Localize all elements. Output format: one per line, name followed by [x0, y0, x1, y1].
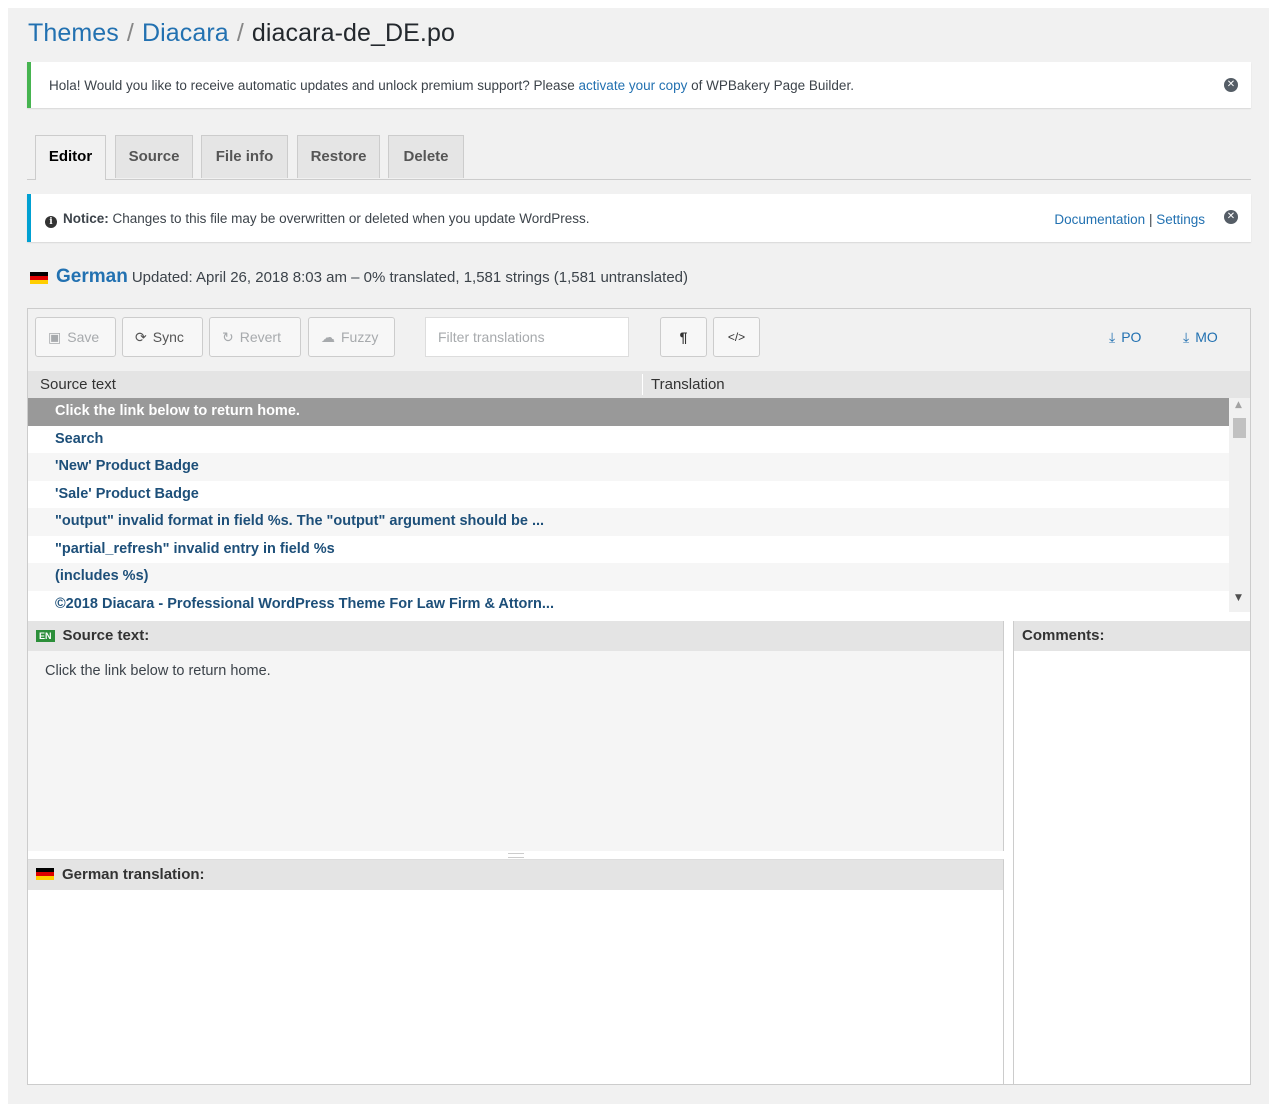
list-item[interactable]: ©2018 Diacara - Professional WordPress T…: [28, 591, 1229, 613]
list-item[interactable]: 'New' Product Badge: [28, 453, 1229, 481]
comments-pane-header: Comments:: [1014, 621, 1250, 651]
download-icon: ⤓: [1109, 329, 1116, 345]
language-status-text: Updated: April 26, 2018 8:03 am – 0% tra…: [131, 269, 688, 286]
save-button[interactable]: ▣ Save: [35, 317, 116, 357]
download-po-label: PO: [1121, 329, 1142, 345]
list-scrollbar[interactable]: ▲ ▼: [1229, 398, 1250, 612]
documentation-link[interactable]: Documentation: [1054, 212, 1145, 227]
translation-list: Click the link below to return home. Sea…: [28, 398, 1229, 612]
download-mo-button[interactable]: ⤓ MO: [1183, 329, 1218, 346]
activate-copy-link[interactable]: activate your copy: [579, 78, 688, 93]
dismiss-notice-icon[interactable]: ✕: [1224, 210, 1238, 224]
tab-editor[interactable]: Editor: [35, 135, 106, 180]
breadcrumb-themes[interactable]: Themes: [28, 19, 119, 47]
notice-message: Changes to this file may be overwritten …: [108, 211, 590, 226]
source-text-value: Click the link below to return home.: [45, 663, 271, 679]
fuzzy-button[interactable]: ☁ Fuzzy: [308, 317, 395, 357]
comments-area[interactable]: [1014, 651, 1249, 1082]
settings-link[interactable]: Settings: [1156, 212, 1205, 227]
download-icon: ⤓: [1183, 329, 1190, 345]
translation-textarea[interactable]: [28, 890, 1002, 1083]
sync-button-label: Sync: [152, 329, 184, 345]
sync-button[interactable]: ⟳ Sync: [122, 317, 203, 357]
code-view-button[interactable]: </>: [713, 317, 760, 357]
pilcrow-toggle-button[interactable]: ¶: [660, 317, 707, 357]
list-item[interactable]: 'Sale' Product Badge: [28, 481, 1229, 509]
revert-button[interactable]: ↻ Revert: [209, 317, 301, 357]
translation-pane: German translation:: [28, 859, 1004, 1084]
tab-file-info[interactable]: File info: [201, 135, 288, 178]
editor-toolbar: ▣ Save ⟳ Sync ↻ Revert ☁ Fuzzy Filter transl…: [28, 309, 1250, 371]
notice-label: Notice:: [63, 211, 109, 226]
translation-pane-title: German translation:: [62, 866, 205, 883]
source-pane-header: EN Source text:: [28, 621, 1003, 651]
list-item[interactable]: (includes %s): [28, 563, 1229, 591]
german-flag-icon: [30, 272, 48, 285]
breadcrumb: Themes / Diacara / diacara-de_DE.po: [28, 19, 455, 48]
filter-translations-input[interactable]: Filter translations: [425, 317, 629, 357]
link-separator: |: [1148, 212, 1153, 227]
floppy-disk-icon: ▣: [48, 329, 62, 345]
language-status: German Updated: April 26, 2018 8:03 am – …: [30, 266, 688, 288]
update-notice-text-after: of WPBakery Page Builder.: [687, 78, 854, 93]
page: Themes / Diacara / diacara-de_DE.po Hola! Wo…: [8, 8, 1269, 1104]
update-notice-text: Hola! Would you like to receive automati…: [49, 78, 854, 93]
breadcrumb-separator: /: [126, 19, 134, 47]
scroll-down-icon[interactable]: ▼: [1235, 593, 1242, 603]
column-divider[interactable]: [642, 374, 643, 395]
resize-handle[interactable]: [508, 853, 524, 858]
cloud-icon: ☁: [321, 329, 335, 345]
download-po-button[interactable]: ⤓ PO: [1109, 329, 1141, 346]
language-link[interactable]: German: [56, 266, 128, 287]
column-translation[interactable]: Translation: [651, 376, 725, 393]
source-pane-title: Source text:: [62, 627, 150, 644]
info-icon: i: [45, 216, 57, 228]
source-text-pane: EN Source text: Click the link below to r…: [28, 621, 1004, 851]
download-mo-label: MO: [1195, 329, 1218, 345]
scrollbar-thumb[interactable]: [1233, 418, 1246, 438]
column-source-text[interactable]: Source text: [40, 376, 116, 393]
tab-restore[interactable]: Restore: [297, 135, 380, 178]
update-notice-text-before: Hola! Would you like to receive automati…: [49, 78, 579, 93]
dismiss-notice-icon[interactable]: ✕: [1224, 78, 1238, 92]
tab-source[interactable]: Source: [115, 135, 193, 178]
revert-icon: ↻: [222, 329, 234, 345]
breadcrumb-diacara[interactable]: Diacara: [142, 19, 229, 47]
tab-delete[interactable]: Delete: [388, 135, 464, 178]
list-item[interactable]: "partial_refresh" invalid entry in field…: [28, 536, 1229, 564]
wordpress-notice: i Notice: Changes to this file may be ove…: [27, 194, 1251, 242]
comments-pane: Comments:: [1013, 621, 1250, 1084]
save-button-label: Save: [67, 329, 100, 345]
fuzzy-button-label: Fuzzy: [341, 329, 379, 345]
english-badge: EN: [36, 630, 55, 642]
grid-header: Source text Translation: [28, 371, 1250, 398]
notice-links: Documentation | Settings: [1054, 212, 1205, 227]
list-item[interactable]: Click the link below to return home.: [28, 398, 1229, 426]
tab-bar: Editor Source File info Restore Delete: [27, 135, 1251, 180]
po-editor: ▣ Save ⟳ Sync ↻ Revert ☁ Fuzzy Filter transl…: [27, 308, 1251, 1085]
german-flag-icon: [36, 868, 54, 880]
list-item[interactable]: "output" invalid format in field %s. The…: [28, 508, 1229, 536]
pane-splitter[interactable]: [28, 612, 1250, 621]
breadcrumb-separator: /: [236, 19, 244, 47]
revert-button-label: Revert: [239, 329, 281, 345]
page-title: diacara-de_DE.po: [251, 19, 455, 47]
update-notice: Hola! Would you like to receive automati…: [27, 62, 1251, 108]
translation-pane-header: German translation:: [28, 860, 1003, 890]
sync-icon: ⟳: [135, 329, 147, 345]
wordpress-notice-text: i Notice: Changes to this file may be ove…: [45, 211, 590, 228]
list-item[interactable]: Search: [28, 426, 1229, 454]
scroll-up-icon[interactable]: ▲: [1235, 400, 1242, 410]
